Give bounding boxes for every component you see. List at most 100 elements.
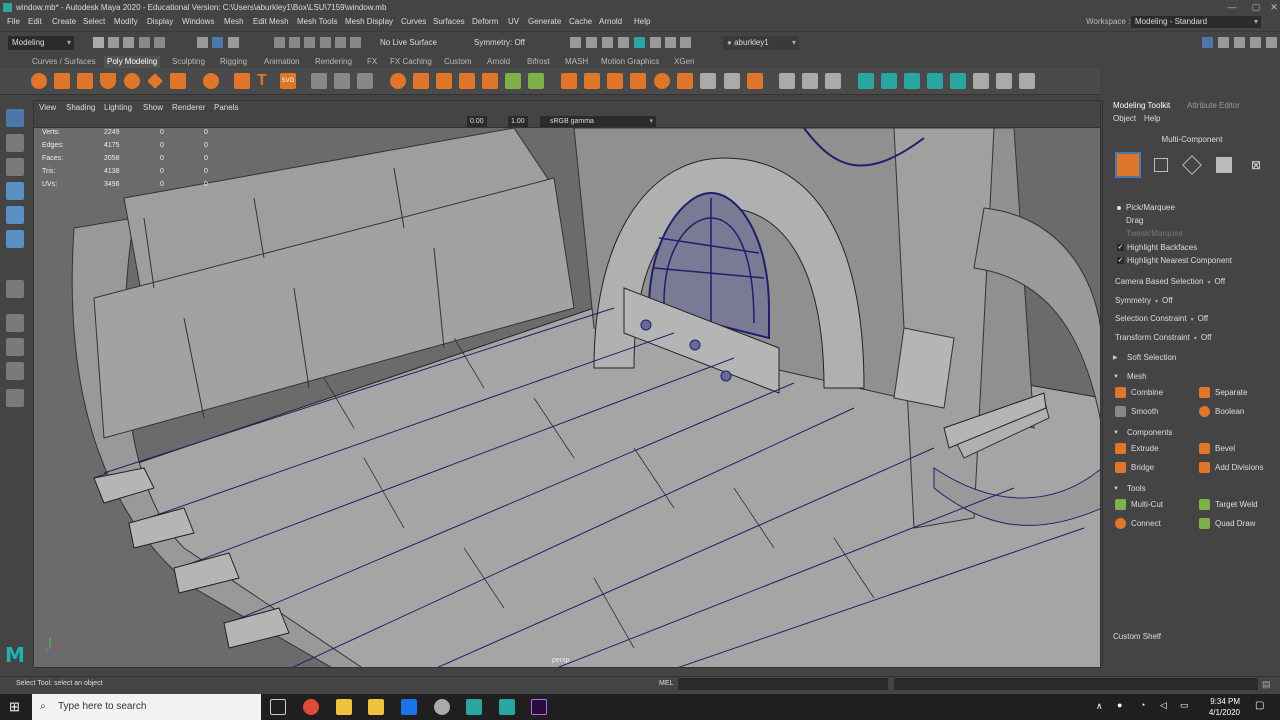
list-layout-icon[interactable] — [6, 389, 24, 407]
drag-option[interactable]: Drag — [1117, 216, 1143, 225]
vertex-mode-icon[interactable] — [1154, 158, 1168, 172]
poly-cone-icon[interactable] — [100, 73, 116, 89]
menu-arnold[interactable]: Arnold — [599, 15, 622, 29]
menu-file[interactable]: File — [7, 15, 20, 29]
planar-uv-icon[interactable] — [779, 73, 795, 89]
tab-sculpting[interactable]: Sculpting — [172, 56, 205, 68]
store-icon[interactable] — [368, 699, 384, 715]
smooth-icon[interactable] — [357, 73, 373, 89]
poly-disc-icon[interactable] — [170, 73, 186, 89]
render-settings-icon[interactable] — [618, 37, 629, 48]
keyboard-icon[interactable]: ▭ — [1180, 700, 1189, 711]
bevel-icon[interactable] — [459, 73, 475, 89]
tab-animation[interactable]: Animation — [264, 56, 300, 68]
snap-grid-icon[interactable] — [274, 37, 285, 48]
face-mode-icon[interactable] — [1216, 157, 1232, 173]
tweak-marquee-option[interactable]: Tweak/Marquee — [1117, 229, 1183, 238]
selection-constraint-option[interactable]: Selection Constraint ▾ Off — [1115, 314, 1208, 323]
menu-uv[interactable]: UV — [508, 15, 519, 29]
add-divisions-button[interactable]: Add Divisions — [1191, 459, 1279, 476]
file-explorer-icon[interactable] — [336, 699, 352, 715]
fill-hole-icon[interactable] — [482, 73, 498, 89]
new-scene-icon[interactable] — [93, 37, 104, 48]
smooth-button[interactable]: Smooth — [1107, 403, 1187, 420]
tab-curves-surfaces[interactable]: Curves / Surfaces — [32, 56, 96, 68]
render-view-icon[interactable] — [570, 37, 581, 48]
uv-editor-icon[interactable] — [724, 73, 740, 89]
target-weld-icon[interactable] — [528, 73, 544, 89]
mail-icon[interactable] — [401, 699, 417, 715]
boolean-button[interactable]: Boolean — [1191, 403, 1271, 420]
combine-button[interactable]: Combine — [1107, 384, 1187, 401]
vp-menu-renderer[interactable]: Renderer — [172, 101, 205, 115]
script-editor-icon[interactable]: ▤ — [1262, 677, 1271, 691]
settings-gear-icon[interactable] — [434, 699, 450, 715]
outliner-icon[interactable] — [1266, 37, 1277, 48]
tab-modeling-toolkit[interactable]: Modeling Toolkit — [1113, 101, 1170, 110]
menu-select[interactable]: Select — [83, 15, 105, 29]
close-button[interactable]: ✕ — [1262, 0, 1280, 15]
tab-xgen[interactable]: XGen — [674, 56, 694, 68]
center-pivot-icon[interactable] — [584, 73, 600, 89]
taskbar-clock[interactable]: 9:34 PM 4/1/2020 — [1198, 696, 1240, 718]
render-frame-icon[interactable] — [586, 37, 597, 48]
menu-edit[interactable]: Edit — [28, 15, 42, 29]
freeze-transforms-icon[interactable] — [607, 73, 623, 89]
extrude-icon[interactable] — [413, 73, 429, 89]
tool-settings-icon[interactable] — [1234, 37, 1245, 48]
snap-surface-icon[interactable] — [335, 37, 346, 48]
mesh-section[interactable]: ▼ Mesh — [1103, 370, 1280, 384]
vp-menu-show[interactable]: Show — [143, 101, 163, 115]
tab-motion-graphics[interactable]: Motion Graphics — [601, 56, 659, 68]
open-scene-icon[interactable] — [108, 37, 119, 48]
uv-mode-icon[interactable]: ⊠ — [1245, 154, 1267, 176]
network-icon[interactable]: ◔ — [1140, 700, 1145, 710]
arnold-render-icon[interactable] — [650, 37, 661, 48]
scale-tool-icon[interactable] — [6, 230, 24, 248]
bevel-button[interactable]: Bevel — [1191, 440, 1271, 457]
menu-display[interactable]: Display — [147, 15, 173, 29]
combine-icon[interactable] — [311, 73, 327, 89]
highlight-nearest-checkbox[interactable]: ✓ Highlight Nearest Component — [1117, 256, 1232, 265]
play-icon[interactable] — [665, 37, 676, 48]
sew-uv-icon[interactable] — [927, 73, 943, 89]
minimize-button[interactable]: — — [1220, 0, 1244, 15]
vp-menu-lighting[interactable]: Lighting — [104, 101, 132, 115]
pause-icon[interactable] — [680, 37, 691, 48]
select-tool-icon[interactable] — [6, 109, 24, 127]
select-component-icon[interactable] — [228, 37, 239, 48]
lasso-tool-icon[interactable] — [6, 134, 24, 152]
microphone-icon[interactable]: ● — [1117, 700, 1122, 710]
menu-windows[interactable]: Windows — [182, 15, 214, 29]
maya-taskbar-icon[interactable] — [466, 699, 482, 715]
poly-torus-icon[interactable] — [124, 73, 140, 89]
delete-history-icon[interactable] — [630, 73, 646, 89]
ipr-render-icon[interactable] — [602, 37, 613, 48]
menu-edit-mesh[interactable]: Edit Mesh — [253, 15, 289, 29]
tab-bifrost[interactable]: Bifrost — [527, 56, 550, 68]
taskbar-search[interactable]: ⌕ Type here to search — [32, 694, 261, 720]
gamma-field[interactable]: 1.00 — [508, 116, 528, 127]
tray-chevron-up-icon[interactable]: ∧ — [1096, 701, 1103, 712]
toolkit-menu-help[interactable]: Help — [1144, 114, 1160, 123]
pick-marquee-option[interactable]: Pick/Marquee — [1117, 203, 1175, 212]
toolkit-menu-object[interactable]: Object — [1113, 114, 1136, 123]
menu-surfaces[interactable]: Surfaces — [433, 15, 465, 29]
checker-icon[interactable] — [973, 73, 989, 89]
outliner-layout-icon[interactable] — [6, 362, 24, 380]
mel-label[interactable]: MEL — [659, 677, 673, 691]
menu-deform[interactable]: Deform — [472, 15, 498, 29]
menu-curves[interactable]: Curves — [401, 15, 426, 29]
cut-uv-icon[interactable] — [904, 73, 920, 89]
volume-icon[interactable]: ◁ — [1160, 700, 1167, 711]
quad-draw-button[interactable]: Quad Draw — [1191, 515, 1279, 532]
redo-icon[interactable] — [154, 37, 165, 48]
vp-menu-shading[interactable]: Shading — [66, 101, 95, 115]
object-mode-icon[interactable] — [1115, 152, 1141, 178]
four-view-icon[interactable] — [6, 314, 24, 332]
mirror-icon[interactable] — [561, 73, 577, 89]
transform-constraint-option[interactable]: Transform Constraint ▾ Off — [1115, 333, 1211, 342]
camera-uv-icon[interactable] — [825, 73, 841, 89]
user-account[interactable]: ● aburkley1 ▾ — [723, 36, 799, 50]
extrude-button[interactable]: Extrude — [1107, 440, 1187, 457]
